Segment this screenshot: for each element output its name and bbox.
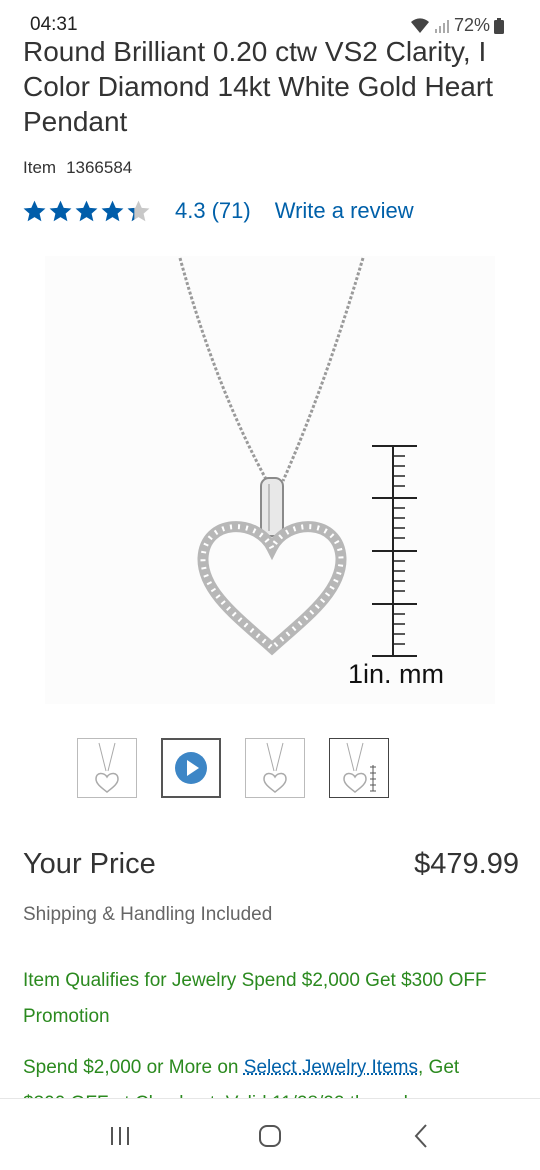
shipping-note: Shipping & Handling Included [23,904,273,925]
back-icon [414,1124,427,1148]
item-number: 1366584 [66,158,133,177]
home-button[interactable] [250,1121,290,1151]
heart-pendant-ruler-thumb-icon [343,742,376,793]
price-value: $479.99 [414,848,519,880]
thumbnail-4[interactable] [329,738,389,798]
star-icon [101,200,124,221]
battery-icon [494,17,504,34]
thumbnail-strip [77,738,389,798]
item-number-line: Item 1366584 [23,158,132,178]
recent-apps-icon [111,1127,129,1145]
price-row: Your Price $479.99 [23,848,519,881]
navigation-bar [0,1098,540,1170]
item-label: Item [23,158,57,177]
back-button[interactable] [402,1121,442,1151]
status-time: 04:31 [30,14,78,35]
promo-details-suffix: , Get [418,1057,460,1078]
signal-icon [434,19,449,33]
promo-qualifies: Item Qualifies for Jewelry Spend $2,000 … [23,970,487,1027]
star-icon [75,200,98,221]
star-icon [23,200,46,221]
star-rating[interactable] [22,199,151,224]
promo-details-prefix: Spend $2,000 or More on [23,1057,244,1078]
product-image[interactable]: 1in. mm [45,256,495,704]
select-jewelry-link[interactable]: Select Jewelry Items [244,1057,418,1078]
play-icon [175,752,207,784]
partial-star-icon [127,200,150,221]
review-count[interactable]: (71) [212,198,251,224]
status-bar: 04:31 72% [0,0,540,40]
heart-pendant-image: 1in. mm [178,257,444,689]
thumbnail-1[interactable] [77,738,137,798]
thumbnail-3[interactable] [245,738,305,798]
battery-percent: 72% [453,15,490,35]
status-icons: 72% [410,15,504,36]
wifi-icon [410,17,429,33]
rating-value[interactable]: 4.3 [175,198,206,224]
home-icon [259,1125,281,1147]
scale-label: 1in. mm [348,659,444,689]
product-title: Round Brilliant 0.20 ctw VS2 Clarity, I … [23,36,493,137]
rating-row: 4.3 (71) Write a review [22,196,414,226]
write-review-link[interactable]: Write a review [275,198,414,224]
thumbnail-video[interactable] [161,738,221,798]
heart-pendant-thumb-icon [263,742,287,793]
your-price-label: Your Price [23,848,156,880]
heart-pendant-thumb-icon [95,742,119,793]
recent-apps-button[interactable] [100,1121,140,1151]
star-icon [49,200,72,221]
